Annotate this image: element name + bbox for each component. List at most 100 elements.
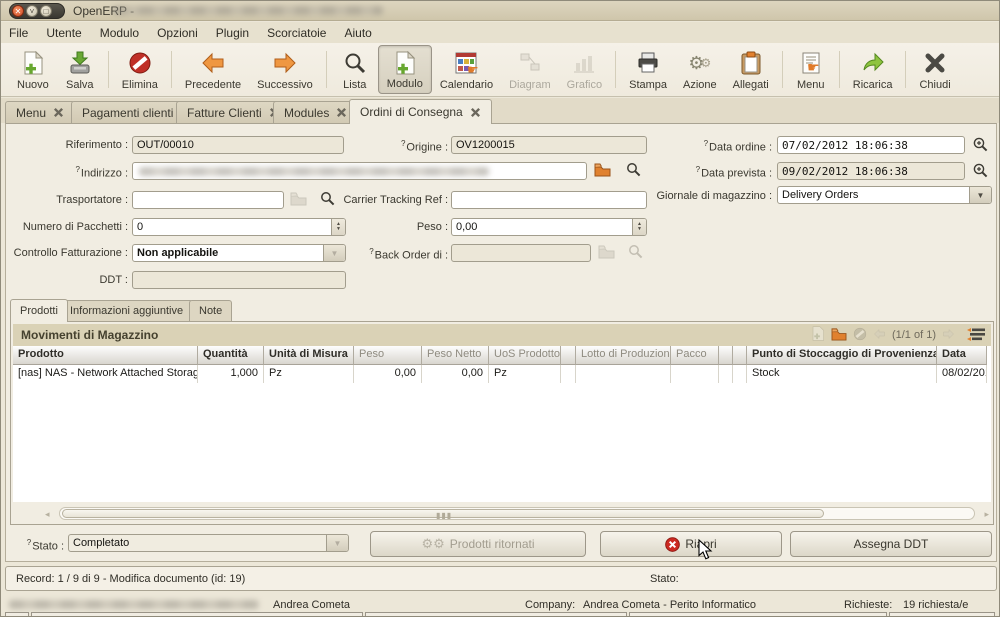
menu-modulo[interactable]: Modulo <box>100 26 139 40</box>
assegna-ddt-button[interactable]: Assegna DDT <box>790 531 992 557</box>
stato-dropdown: Completato ▼ <box>68 534 349 552</box>
chevron-down-icon[interactable]: ▼ <box>969 187 991 203</box>
menu-opzioni[interactable]: Opzioni <box>157 26 198 40</box>
column-header-prodotto[interactable]: Prodotto <box>13 346 198 365</box>
column-header-punto-stoccaggio[interactable]: Punto di Stoccaggio di Provenienza <box>747 346 937 365</box>
toolbar-print-button[interactable]: Stampa <box>621 45 675 94</box>
ddt-label: DDT : <box>6 274 128 286</box>
data-prevista-label: ?Data prevista : <box>626 165 772 180</box>
toolbar-calendar-button[interactable]: ☛ Calendario <box>432 45 501 94</box>
gears-icon: ⚙⚙ <box>421 536 444 552</box>
tab-close-icon[interactable] <box>336 107 347 118</box>
data-ordine-field[interactable]: 07/02/2012 18:06:38 <box>777 136 965 154</box>
spinner-arrows-icon[interactable]: ▲▼ <box>632 219 646 235</box>
arrow-right-icon <box>273 49 297 77</box>
tab-ordini-di-consegna[interactable]: Ordini di Consegna <box>349 99 492 124</box>
toolbar-delete-button[interactable]: Elimina <box>114 45 166 94</box>
toolbar-menu-button[interactable]: ☛ Menu <box>788 45 834 94</box>
scroll-right-icon[interactable]: ▸ <box>984 509 989 520</box>
toolbar-list-button[interactable]: Lista <box>332 45 378 94</box>
clipboard-icon <box>740 49 762 77</box>
arrow-left-icon <box>201 49 225 77</box>
no-entry-icon <box>128 49 152 77</box>
toolbar-new-button[interactable]: Nuovo <box>9 45 57 94</box>
carrier-tracking-field[interactable] <box>451 191 647 209</box>
menu-plugin[interactable]: Plugin <box>216 26 249 40</box>
delete-line-icon <box>853 327 867 344</box>
column-header-pacco[interactable]: Pacco <box>671 346 719 365</box>
controllo-label: Controllo Fatturazione : <box>6 247 128 259</box>
calendar-zoom-icon[interactable] <box>972 162 990 178</box>
scrollbar-thumb[interactable]: ▮▮▮ <box>62 509 824 518</box>
open-line-icon[interactable] <box>831 327 847 344</box>
page-next-icon <box>942 328 955 343</box>
svg-text:☛: ☛ <box>807 59 820 75</box>
peso-spinner[interactable]: 0,00 ▲▼ <box>451 218 647 236</box>
scrollbar-grip-icon: ▮▮▮ <box>436 511 452 520</box>
indirizzo-field[interactable] <box>132 162 587 180</box>
riapri-button[interactable]: Riapri <box>600 531 782 557</box>
tab-informazioni-aggiuntive[interactable]: Informazioni aggiuntive <box>60 300 193 321</box>
column-header-lotto[interactable]: Lotto di Produzione <box>576 346 671 365</box>
riferimento-label: Riferimento : <box>6 139 128 151</box>
menu-file[interactable]: File <box>9 26 28 40</box>
window-minimize-icon[interactable]: ˅ <box>26 5 38 17</box>
column-header-data[interactable]: Data <box>937 346 987 365</box>
column-header-peso[interactable]: Peso <box>354 346 422 365</box>
tab-close-icon[interactable] <box>53 107 64 118</box>
tab-menu[interactable]: Menu <box>5 101 75 123</box>
menu-scorciatoie[interactable]: Scorciatoie <box>267 26 326 40</box>
pagination-text: (1/1 of 1) <box>892 329 936 341</box>
svg-text:☛: ☛ <box>467 62 478 75</box>
toolbar-previous-button[interactable]: Precedente <box>177 45 249 94</box>
column-header-peso-netto[interactable]: Peso Netto <box>422 346 489 365</box>
open-folder-icon <box>598 244 616 260</box>
chevron-down-icon: ▼ <box>326 535 348 551</box>
tab-modules[interactable]: Modules <box>273 101 358 123</box>
form-area: Riferimento : OUT/00010 ?Origine : OV120… <box>5 123 997 562</box>
column-header-unita-di-misura[interactable]: Unità di Misura <box>264 346 354 365</box>
graph-icon <box>572 49 596 77</box>
menu-utente[interactable]: Utente <box>46 26 81 40</box>
trasportatore-label: Trasportatore : <box>6 194 128 206</box>
new-document-icon <box>22 49 44 77</box>
indirizzo-redacted <box>139 167 489 176</box>
tab-prodotti[interactable]: Prodotti <box>10 299 68 322</box>
search-record-icon <box>628 244 646 260</box>
menu-aiuto[interactable]: Aiuto <box>344 26 371 40</box>
stock-moves-table: Prodotto Quantità Unità di Misura Peso P… <box>13 346 991 502</box>
carrier-tracking-label: Carrier Tracking Ref : <box>326 194 448 206</box>
toolbar-graph-button: Grafico <box>559 45 610 94</box>
window-title-redacted <box>113 6 383 15</box>
toolbar-action-button[interactable]: ⚙⚙ Azione <box>675 45 725 94</box>
toolbar-next-button[interactable]: Successivo <box>249 45 321 94</box>
column-header-quantita[interactable]: Quantità <box>198 346 264 365</box>
window-maximize-icon[interactable]: □ <box>40 5 52 17</box>
horizontal-scrollbar[interactable]: ◂ ▮▮▮ ▸ <box>45 506 989 521</box>
calendar-zoom-icon[interactable] <box>972 136 990 152</box>
scroll-left-icon[interactable]: ◂ <box>45 509 50 520</box>
origine-field: OV1200015 <box>451 136 647 154</box>
red-cancel-icon <box>665 537 680 552</box>
column-header-uos-prodotto[interactable]: UoS Prodotto <box>489 346 561 365</box>
scrollbar-track[interactable]: ▮▮▮ <box>59 507 975 520</box>
toolbar-form-button[interactable]: Modulo <box>378 45 432 94</box>
search-icon <box>343 49 367 77</box>
toolbar-close-button[interactable]: Chiudi <box>911 45 958 94</box>
toolbar-attachments-button[interactable]: Allegati <box>725 45 777 94</box>
toolbar-reload-button[interactable]: Ricarica <box>845 45 901 94</box>
tab-note[interactable]: Note <box>189 300 232 321</box>
pacchetti-spinner[interactable]: 0 ▲▼ <box>132 218 346 236</box>
tab-close-icon[interactable] <box>470 107 481 118</box>
window-close-icon[interactable]: ✕ <box>12 5 24 17</box>
save-icon <box>68 49 92 77</box>
table-row[interactable]: [nas] NAS - Network Attached Storage 1,0… <box>13 365 991 383</box>
switch-view-icon[interactable] <box>967 327 985 344</box>
table-header-row: Prodotto Quantità Unità di Misura Peso P… <box>13 346 991 365</box>
toolbar-save-button[interactable]: Salva <box>57 45 103 94</box>
company-value-text: Andrea Cometa - Perito Informatico <box>583 599 756 611</box>
back-order-field <box>451 244 591 262</box>
open-folder-icon[interactable] <box>594 162 612 178</box>
giornale-dropdown[interactable]: Delivery Orders ▼ <box>777 186 992 204</box>
trasportatore-field[interactable] <box>132 191 284 209</box>
